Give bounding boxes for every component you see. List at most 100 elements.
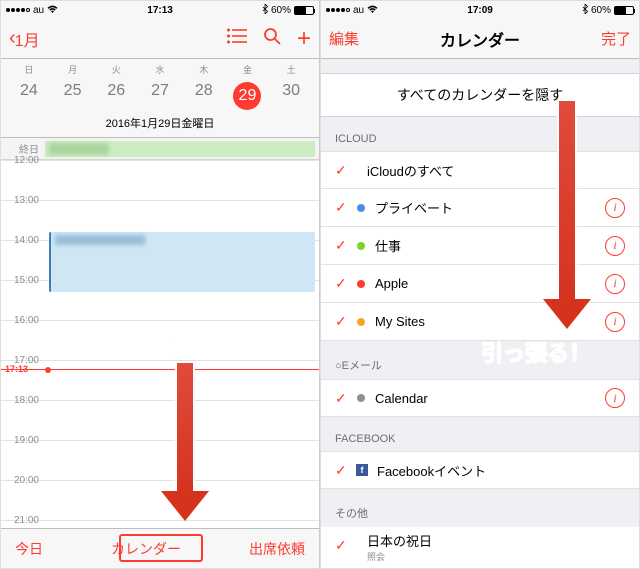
today-button[interactable]: 今日	[15, 539, 43, 559]
calendars-button[interactable]: カレンダー	[111, 539, 181, 559]
info-icon[interactable]: i	[605, 388, 625, 408]
calendar-row[interactable]: ✓ Calendar i	[321, 379, 639, 417]
calendar-row[interactable]: ✓ f Facebookイベント	[321, 451, 639, 489]
allday-row: 終日	[1, 138, 319, 160]
facebook-icon: f	[356, 464, 368, 476]
hour-label: 14:00	[1, 235, 45, 246]
info-icon[interactable]: i	[605, 312, 625, 332]
status-time: 17:13	[147, 5, 173, 16]
signal-dots	[6, 8, 30, 12]
section-header-other: その他	[321, 489, 639, 527]
dow-thu: 木	[182, 59, 226, 80]
calendar-sublabel: 照会	[367, 550, 625, 563]
status-bar: au 17:13 60%	[1, 1, 319, 19]
battery-icon	[294, 6, 314, 15]
wifi-icon	[47, 5, 58, 16]
dow-tue: 火	[94, 59, 138, 80]
list-icon[interactable]	[227, 28, 247, 49]
section-header-email: ○Eメール	[321, 341, 639, 379]
calendar-dot-icon	[357, 204, 365, 212]
plus-icon[interactable]: +	[297, 31, 311, 47]
calendar-label: プライベート	[375, 198, 453, 217]
check-icon: ✓	[335, 313, 353, 330]
search-icon[interactable]	[263, 27, 281, 50]
calendar-row[interactable]: ✓ プライベート i	[321, 189, 639, 227]
edit-button[interactable]: 編集	[329, 28, 365, 49]
calendar-label: Facebookイベント	[377, 461, 486, 480]
info-icon[interactable]: i	[605, 274, 625, 294]
info-icon[interactable]: i	[605, 198, 625, 218]
carrier-label: au	[353, 5, 364, 16]
now-time-label: 17:13	[5, 364, 28, 374]
calendar-dot-icon	[357, 280, 365, 288]
full-date-label: 2016年1月29日金曜日	[1, 115, 319, 137]
date-cell[interactable]: 24	[7, 80, 51, 112]
hour-label: 18:00	[1, 395, 45, 406]
bluetooth-icon	[582, 4, 588, 16]
nav-bar: 編集 カレンダー 完了	[321, 19, 639, 59]
allday-label: 終日	[1, 141, 45, 156]
dow-sun: 日	[7, 59, 51, 80]
calendar-row[interactable]: ✓ Apple i	[321, 265, 639, 303]
hide-all-button[interactable]: すべてのカレンダーを隠す	[321, 73, 639, 117]
nav-bar: ‹ 1月 +	[1, 19, 319, 59]
date-cell[interactable]: 28	[182, 80, 226, 112]
battery-pct: 60%	[271, 5, 291, 16]
done-button[interactable]: 完了	[595, 28, 631, 49]
signal-dots	[326, 8, 350, 12]
calendar-row[interactable]: ✓ My Sites i	[321, 303, 639, 341]
status-bar: au 17:09 60%	[321, 1, 639, 19]
calendar-dot-icon	[357, 394, 365, 402]
section-header-icloud: ICLOUD	[321, 117, 639, 151]
hour-label: 16:00	[1, 315, 45, 326]
wifi-icon	[367, 5, 378, 16]
calendar-list[interactable]: すべてのカレンダーを隠す ICLOUD ✓ iCloudのすべて ✓ プライベー…	[321, 59, 639, 568]
bluetooth-icon	[262, 4, 268, 16]
date-cell-selected[interactable]: 29	[226, 80, 270, 112]
hour-label: 20:00	[1, 475, 45, 486]
section-header-facebook: FACEBOOK	[321, 417, 639, 451]
week-header: 日 月 火 水 木 金 土 24 25 26 27 28 29 30 2016年…	[1, 59, 319, 138]
dow-sat: 土	[269, 59, 313, 80]
status-time: 17:09	[467, 5, 493, 16]
date-cell[interactable]: 27	[138, 80, 182, 112]
calendar-label: 日本の祝日	[367, 531, 625, 550]
hour-label: 19:00	[1, 435, 45, 446]
battery-pct: 60%	[591, 5, 611, 16]
calendars-list-view: au 17:09 60% 編集 カレンダー 完了 すべてのカレンダーを隠す IC…	[320, 0, 640, 569]
info-icon[interactable]: i	[605, 236, 625, 256]
check-icon: ✓	[335, 237, 353, 254]
check-icon: ✓	[335, 537, 353, 554]
calendar-dot-icon	[357, 318, 365, 326]
calendar-label: 仕事	[375, 236, 401, 255]
hour-label: 13:00	[1, 195, 45, 206]
dow-wed: 水	[138, 59, 182, 80]
date-cell[interactable]: 25	[51, 80, 95, 112]
calendar-dot-icon	[357, 242, 365, 250]
hours-grid[interactable]: 12:00 13:00 14:00 15:00 16:00 17:00 18:0…	[1, 160, 319, 544]
hour-label: 21:00	[1, 515, 45, 526]
date-cell[interactable]: 30	[269, 80, 313, 112]
inbox-button[interactable]: 出席依頼	[249, 539, 305, 559]
calendar-row[interactable]: ✓ 仕事 i	[321, 227, 639, 265]
back-button[interactable]: ‹ 1月	[9, 27, 40, 51]
calendar-day-view: au 17:13 60% ‹ 1月	[0, 0, 320, 569]
calendar-row[interactable]: ✓ 日本の祝日 照会	[321, 527, 639, 568]
carrier-label: au	[33, 5, 44, 16]
event-block[interactable]	[49, 232, 315, 292]
battery-icon	[614, 6, 634, 15]
bottom-toolbar: 今日 カレンダー 出席依頼	[1, 528, 319, 568]
dow-fri: 金	[226, 59, 270, 80]
back-label: 1月	[15, 27, 40, 51]
check-icon: ✓	[335, 390, 353, 407]
calendar-label: Calendar	[375, 391, 428, 406]
calendar-row[interactable]: ✓ iCloudのすべて	[321, 151, 639, 189]
calendar-label: My Sites	[375, 314, 425, 329]
allday-event[interactable]	[45, 141, 315, 157]
dow-mon: 月	[51, 59, 95, 80]
calendar-label: Apple	[375, 276, 408, 291]
check-icon: ✓	[335, 162, 353, 179]
check-icon: ✓	[335, 462, 353, 479]
date-cell[interactable]: 26	[94, 80, 138, 112]
now-indicator: 17:13	[1, 369, 319, 370]
